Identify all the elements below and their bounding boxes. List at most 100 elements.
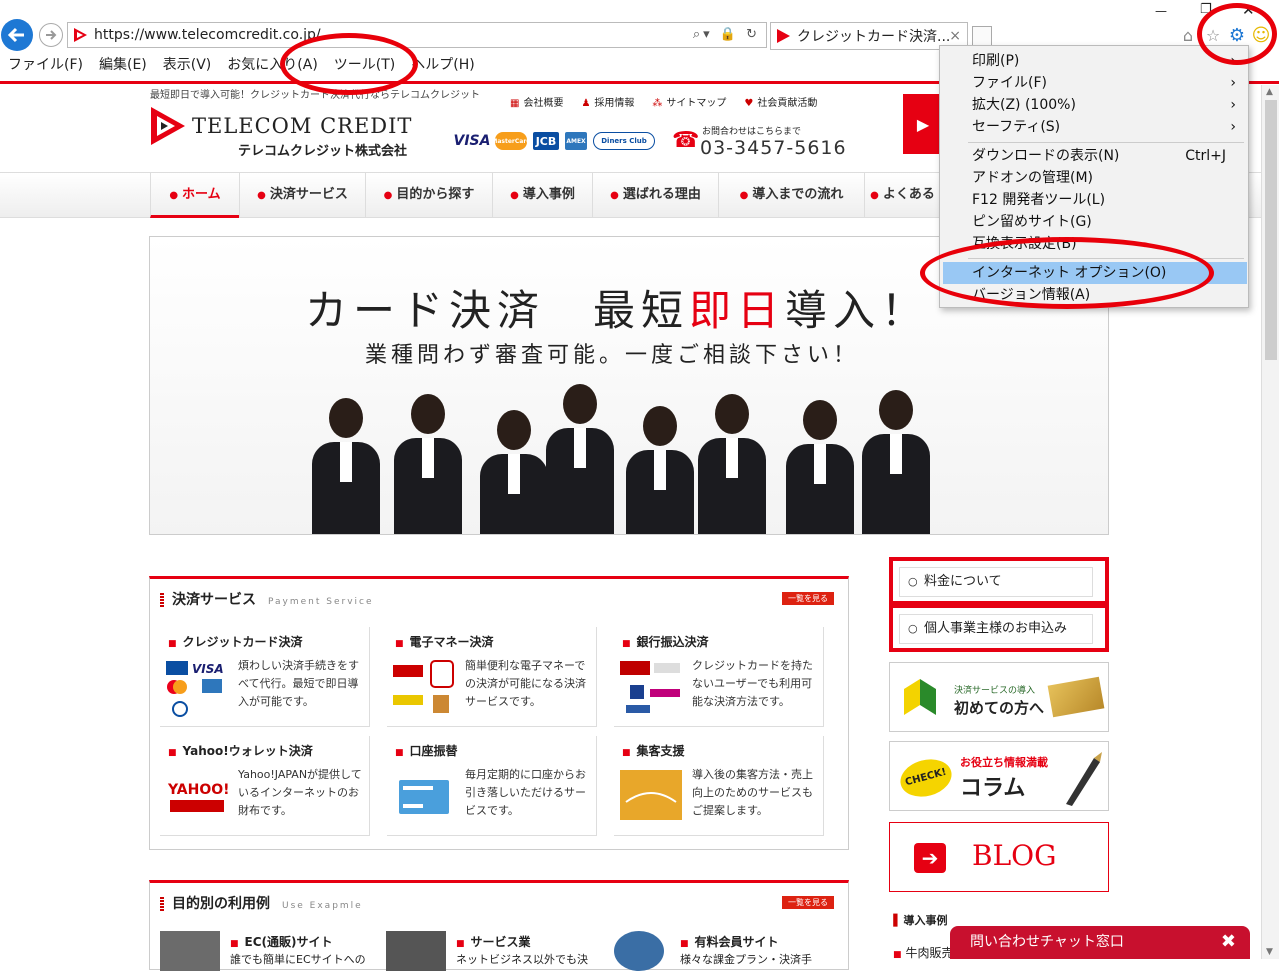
scroll-up-icon[interactable]: ▲ bbox=[1266, 87, 1273, 97]
nav-faq[interactable]: ● よくある bbox=[864, 173, 940, 218]
contact-block: ☎ お問合わせはこちらまで 03-3457-5616 bbox=[672, 124, 847, 159]
service-card-account-transfer[interactable]: 口座振替 毎月定期的に口座からお引き落しいただけるサービスです。 bbox=[387, 736, 597, 836]
menu-item-devtools[interactable]: F12 開発者ツール(L) bbox=[940, 189, 1248, 211]
chat-label: 問い合わせチャット窓口 bbox=[970, 934, 1124, 950]
back-arrow-icon bbox=[7, 27, 24, 43]
address-bar[interactable]: https://www.telecomcredit.co.jp/ ⌕▾ 🔒 ↻ bbox=[67, 22, 767, 48]
banner1-small: 決済サービスの導入 bbox=[954, 686, 1036, 696]
usecase-ec-title[interactable]: ■ EC(通販)サイト bbox=[230, 933, 333, 950]
column-banner[interactable]: CHECK! お役立ち情報満載 コラム bbox=[889, 741, 1109, 811]
services-more-button[interactable]: 一覧を見る bbox=[782, 592, 834, 605]
tab-title: クレジットカード決済... bbox=[797, 29, 951, 45]
chat-close-icon[interactable]: ✖ bbox=[1221, 926, 1236, 958]
smiley-feedback-icon[interactable]: ☺ bbox=[1251, 26, 1271, 46]
beginners-banner[interactable]: 決済サービスの導入 初めての方へ bbox=[889, 662, 1109, 732]
site-logo[interactable]: TELECOM CREDIT テレコムクレジット株式会社 bbox=[150, 106, 413, 159]
close-window-icon[interactable]: ✕ bbox=[1242, 1, 1255, 19]
logo-english: TELECOM CREDIT bbox=[192, 114, 413, 138]
menu-item-pinned-sites[interactable]: ピン留めサイト(G) bbox=[940, 211, 1248, 233]
menu-item-safety[interactable]: セーフティ(S) › bbox=[940, 116, 1248, 138]
nav-case-studies[interactable]: ● 導入事例 bbox=[492, 173, 592, 218]
usecases-title: 目的別の利用例 Use Exapmle bbox=[160, 893, 363, 913]
header-cta-button[interactable]: ▶ bbox=[903, 94, 943, 154]
services-title: 決済サービス Payment Service bbox=[160, 589, 374, 609]
link-sitemap[interactable]: ⁂ サイトマップ bbox=[652, 94, 726, 109]
tab-close-icon[interactable]: × bbox=[949, 28, 961, 44]
gear-icon[interactable]: ⚙ bbox=[1227, 26, 1247, 46]
credit-card-logos-icon: VISA bbox=[166, 661, 224, 717]
logo-mark-icon bbox=[151, 107, 185, 145]
menu-item-addons[interactable]: アドオンの管理(M) bbox=[940, 167, 1248, 189]
home-icon[interactable]: ⌂ bbox=[1178, 26, 1198, 46]
emoney-logos-icon bbox=[393, 660, 454, 713]
usecase-service-title[interactable]: ■ サービス業 bbox=[456, 933, 531, 950]
bank-book-icon bbox=[399, 780, 449, 814]
use-examples-panel: 目的別の利用例 Use Exapmle 一覧を見る ■ EC(通販)サイト 誰でも簡… bbox=[149, 880, 849, 971]
usecase-photo-member bbox=[614, 931, 664, 971]
staff-photo bbox=[862, 390, 930, 534]
menu-item-compat-view[interactable]: 互換表示設定(B) bbox=[940, 233, 1248, 255]
blog-banner[interactable]: ➔ BLOG bbox=[889, 822, 1109, 892]
scrollbar-thumb[interactable] bbox=[1265, 100, 1277, 360]
nav-reasons[interactable]: ● 選ばれる理由 bbox=[592, 173, 718, 218]
menu-favorites[interactable]: お気に入り(A) bbox=[219, 54, 326, 74]
address-tools-icon[interactable]: ⌕▾ 🔒 ↻ bbox=[693, 27, 760, 42]
svg-text:YAHOO!: YAHOO! bbox=[167, 782, 228, 798]
link-recruit[interactable]: ♟ 採用情報 bbox=[581, 94, 634, 109]
usecases-more-button[interactable]: 一覧を見る bbox=[782, 896, 834, 909]
restore-icon[interactable]: ❐ bbox=[1200, 2, 1212, 17]
staff-photo bbox=[698, 394, 766, 534]
menu-item-file[interactable]: ファイル(F) › bbox=[940, 72, 1248, 94]
menu-tools[interactable]: ツール(T) bbox=[326, 54, 403, 74]
nav-payment-services[interactable]: ● 決済サービス bbox=[239, 173, 365, 218]
phone-icon: ☎ bbox=[672, 128, 700, 153]
service-card-yahoo-wallet[interactable]: Yahoo!ウォレット決済 YAHOO! Yahoo!JAPANが提供しているイ… bbox=[160, 736, 370, 836]
new-tab-button[interactable] bbox=[972, 26, 992, 46]
yahoo-wallet-logo-icon: YAHOO! bbox=[167, 782, 228, 812]
logo-japanese: テレコムクレジット株式会社 bbox=[238, 144, 408, 159]
menu-file[interactable]: ファイル(F) bbox=[0, 54, 91, 74]
service-card-credit[interactable]: クレジットカード決済 VISA 煩わしい決済手続きをすべて代行。最短で即日導入が… bbox=[160, 627, 370, 727]
contact-number[interactable]: 03-3457-5616 bbox=[700, 137, 847, 159]
link-company[interactable]: ▦ 会社概要 bbox=[510, 94, 563, 109]
usecase-member-title[interactable]: ■ 有料会員サイト bbox=[680, 933, 779, 950]
scroll-down-icon[interactable]: ▼ bbox=[1266, 947, 1273, 957]
staff-photo bbox=[786, 400, 854, 534]
sidebar-case-item[interactable]: ■ 牛肉販売 bbox=[893, 944, 954, 961]
usecase-member-desc: 様々な課金プラン・決済手 bbox=[680, 953, 812, 966]
pricing-button[interactable]: 料金について bbox=[889, 557, 1109, 605]
hero-subheadline: 業種問わず審査可能。一度ご相談下さい！ bbox=[365, 343, 860, 368]
link-csr[interactable]: ♥ 社会貢献活動 bbox=[744, 94, 817, 109]
back-button[interactable] bbox=[1, 19, 33, 51]
bank-logos-icon bbox=[620, 661, 680, 713]
site-favicon-icon bbox=[74, 28, 87, 42]
visa-logo: VISA bbox=[453, 133, 491, 149]
chat-widget[interactable]: 問い合わせチャット窓口 ✖ bbox=[950, 926, 1250, 959]
forward-arrow-icon bbox=[46, 30, 57, 40]
service-card-emoney[interactable]: 電子マネー決済 簡単便利な電子マネーでの決済が可能になる決済サービスです。 bbox=[387, 627, 597, 727]
menu-view[interactable]: 表示(V) bbox=[155, 54, 220, 74]
menu-item-internet-options[interactable]: インターネット オプション(O) bbox=[943, 262, 1247, 284]
banner-bridge-logo-icon bbox=[620, 770, 682, 820]
favorites-star-icon[interactable]: ☆ bbox=[1203, 26, 1223, 46]
nav-find-by-purpose[interactable]: ● 目的から探す bbox=[365, 173, 492, 218]
menu-edit[interactable]: 編集(E) bbox=[91, 54, 155, 74]
nav-home[interactable]: ● ホーム bbox=[150, 173, 239, 218]
nav-flow[interactable]: ● 導入までの流れ bbox=[718, 173, 864, 218]
service-card-bank-transfer[interactable]: 銀行振込決済 クレジットカードを持たないユーザーでも利用可能な決済方法です。 bbox=[614, 627, 824, 727]
menu-item-zoom[interactable]: 拡大(Z) (100%) › bbox=[940, 94, 1248, 116]
menu-help[interactable]: ヘルプ(H) bbox=[403, 54, 482, 74]
minimize-icon[interactable]: — bbox=[1155, 4, 1167, 18]
usecase-service-desc: ネットビジネス以外でも決 bbox=[456, 953, 588, 966]
check-badge: CHECK! bbox=[896, 753, 956, 803]
staff-photo bbox=[480, 410, 548, 534]
forward-button[interactable] bbox=[39, 23, 63, 47]
page-scrollbar[interactable]: ▲ ▼ bbox=[1261, 85, 1279, 959]
menu-item-about[interactable]: バージョン情報(A) bbox=[940, 284, 1248, 306]
menu-item-print[interactable]: 印刷(P) › bbox=[940, 50, 1248, 72]
staff-photo bbox=[546, 384, 614, 534]
address-url: https://www.telecomcredit.co.jp/ bbox=[94, 27, 321, 43]
service-card-marketing[interactable]: 集客支援 導入後の集客方法・売上向上のためのサービスもご提案します。 bbox=[614, 736, 824, 836]
sole-proprietor-button[interactable]: 個人事業主様のお申込み bbox=[889, 604, 1109, 652]
menu-item-downloads[interactable]: ダウンロードの表示(N) Ctrl+J bbox=[940, 145, 1248, 167]
